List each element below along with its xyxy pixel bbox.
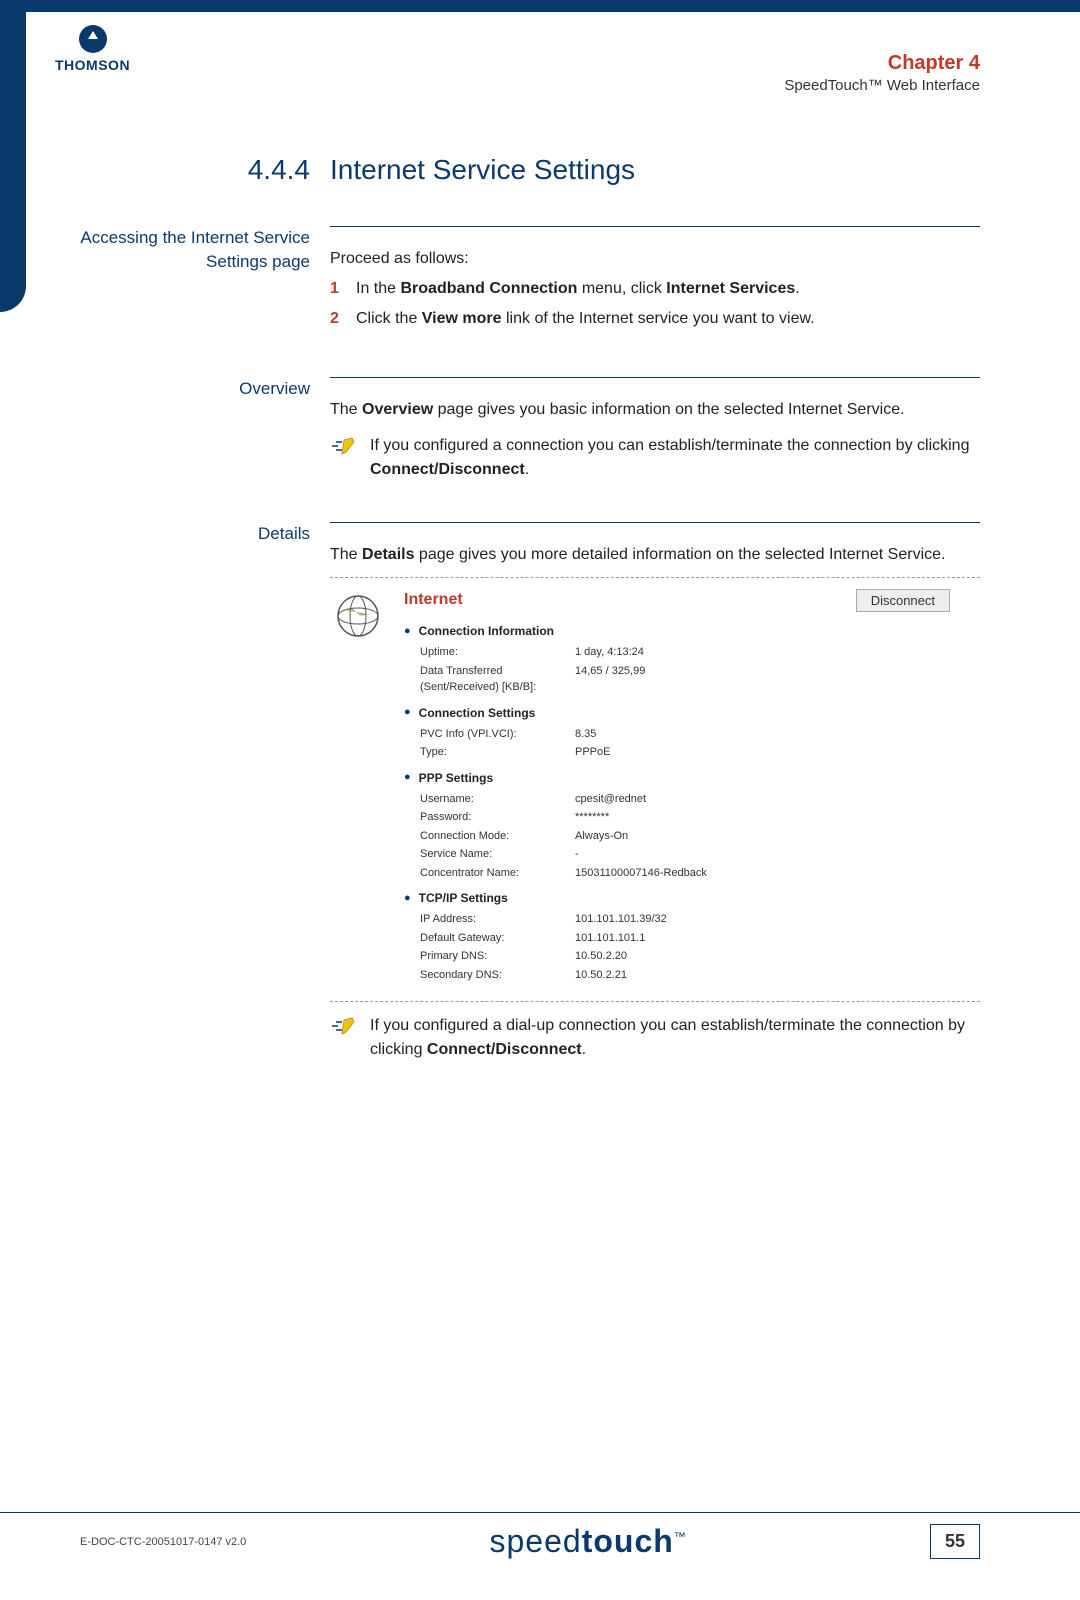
panel-section-title: ●PPP Settings [404,769,980,787]
panel-row: Connection Mode:Always-On [420,828,980,845]
overview-text: The Overview page gives you basic inform… [330,398,980,422]
panel-section: ●Connection Information Uptime:1 day, 4:1… [404,622,980,696]
panel-row: Secondary DNS:10.50.2.21 [420,967,980,984]
thomson-text: THOMSON [55,57,130,73]
note-text: If you configured a connection you can e… [370,434,980,482]
panel-value: - [575,846,980,863]
panel-value: 15031100007146-Redback [575,865,980,882]
panel-row: Data Transferred (Sent/Received) [KB/B]:… [420,663,980,696]
panel-key: Secondary DNS: [420,967,575,984]
note-row: If you configured a connection you can e… [330,434,980,482]
block-label-overview: Overview [80,377,330,401]
chapter-label: Chapter 4 [0,52,980,75]
panel-value: cpesit@rednet [575,791,980,808]
step-text: Click the View more link of the Internet… [356,307,815,331]
section-number: 4.4.4 [80,154,330,186]
intro-text: Proceed as follows: [330,247,980,271]
page-subtitle: SpeedTouch™ Web Interface [0,77,980,94]
page-number: 55 [930,1524,980,1559]
note-row-2: If you configured a dial-up connection y… [330,1014,980,1062]
panel-value: 10.50.2.20 [575,948,980,965]
steps-list: 1 In the Broadband Connection menu, clic… [330,277,980,331]
step-number: 2 [330,307,356,331]
disconnect-button[interactable]: Disconnect [856,589,950,612]
panel-section-title: ●TCP/IP Settings [404,889,980,907]
doc-id: E-DOC-CTC-20051017-0147 v2.0 [80,1536,246,1548]
panel-key: Uptime: [420,644,575,661]
top-bar [0,0,1080,12]
panel-key: PVC Info (VPI.VCI): [420,726,575,743]
panel-row: Username:cpesit@rednet [420,791,980,808]
block-label-details: Details [80,522,330,546]
panel-section: ●PPP Settings Username:cpesit@rednetPassw… [404,769,980,882]
panel-value: Always-On [575,828,980,845]
panel-key: IP Address: [420,911,575,928]
details-panel: Internet Disconnect ●Connection Informat… [330,577,980,1002]
panel-key: Connection Mode: [420,828,575,845]
panel-key: Concentrator Name: [420,865,575,882]
panel-row: Service Name:- [420,846,980,863]
panel-value: 8.35 [575,726,980,743]
panel-row: Uptime:1 day, 4:13:24 [420,644,980,661]
block-label-accessing: Accessing the Internet Service Settings … [80,226,330,274]
panel-key: Primary DNS: [420,948,575,965]
note-icon [330,434,370,464]
step-2: 2 Click the View more link of the Intern… [330,307,980,331]
panel-row: IP Address:101.101.101.39/32 [420,911,980,928]
panel-key: Type: [420,744,575,761]
panel-section-title: ●Connection Settings [404,704,980,722]
section-title: Internet Service Settings [330,154,635,186]
panel-row: Concentrator Name:15031100007146-Redback [420,865,980,882]
thomson-icon [79,25,107,53]
panel-key: Default Gateway: [420,930,575,947]
step-number: 1 [330,277,356,301]
speedtouch-logo: speedtouch™ [490,1523,687,1560]
note-icon [330,1014,370,1044]
panel-value: 14,65 / 325,99 [575,663,980,696]
panel-value: 10.50.2.21 [575,967,980,984]
panel-value: 101.101.101.39/32 [575,911,980,928]
panel-key: Username: [420,791,575,808]
panel-key: Data Transferred (Sent/Received) [KB/B]: [420,663,575,696]
panel-title: Internet [404,588,463,612]
panel-row: Primary DNS:10.50.2.20 [420,948,980,965]
thomson-logo: THOMSON [55,25,130,73]
panel-key: Service Name: [420,846,575,863]
details-text: The Details page gives you more detailed… [330,543,980,567]
panel-section-title: ●Connection Information [404,622,980,640]
panel-section: ●Connection Settings PVC Info (VPI.VCI):8… [404,704,980,761]
panel-row: Password:******** [420,809,980,826]
panel-row: Default Gateway:101.101.101.1 [420,930,980,947]
step-text: In the Broadband Connection menu, click … [356,277,800,301]
panel-value: PPPoE [575,744,980,761]
page-footer: E-DOC-CTC-20051017-0147 v2.0 speedtouch™… [0,1512,1080,1600]
panel-section: ●TCP/IP Settings IP Address:101.101.101.3… [404,889,980,983]
side-curve-decoration [0,12,26,312]
globe-icon [330,588,404,991]
panel-value: 1 day, 4:13:24 [575,644,980,661]
panel-row: Type:PPPoE [420,744,980,761]
panel-value: 101.101.101.1 [575,930,980,947]
panel-value: ******** [575,809,980,826]
note-text-2: If you configured a dial-up connection y… [370,1014,980,1062]
panel-key: Password: [420,809,575,826]
step-1: 1 In the Broadband Connection menu, clic… [330,277,980,301]
panel-row: PVC Info (VPI.VCI):8.35 [420,726,980,743]
